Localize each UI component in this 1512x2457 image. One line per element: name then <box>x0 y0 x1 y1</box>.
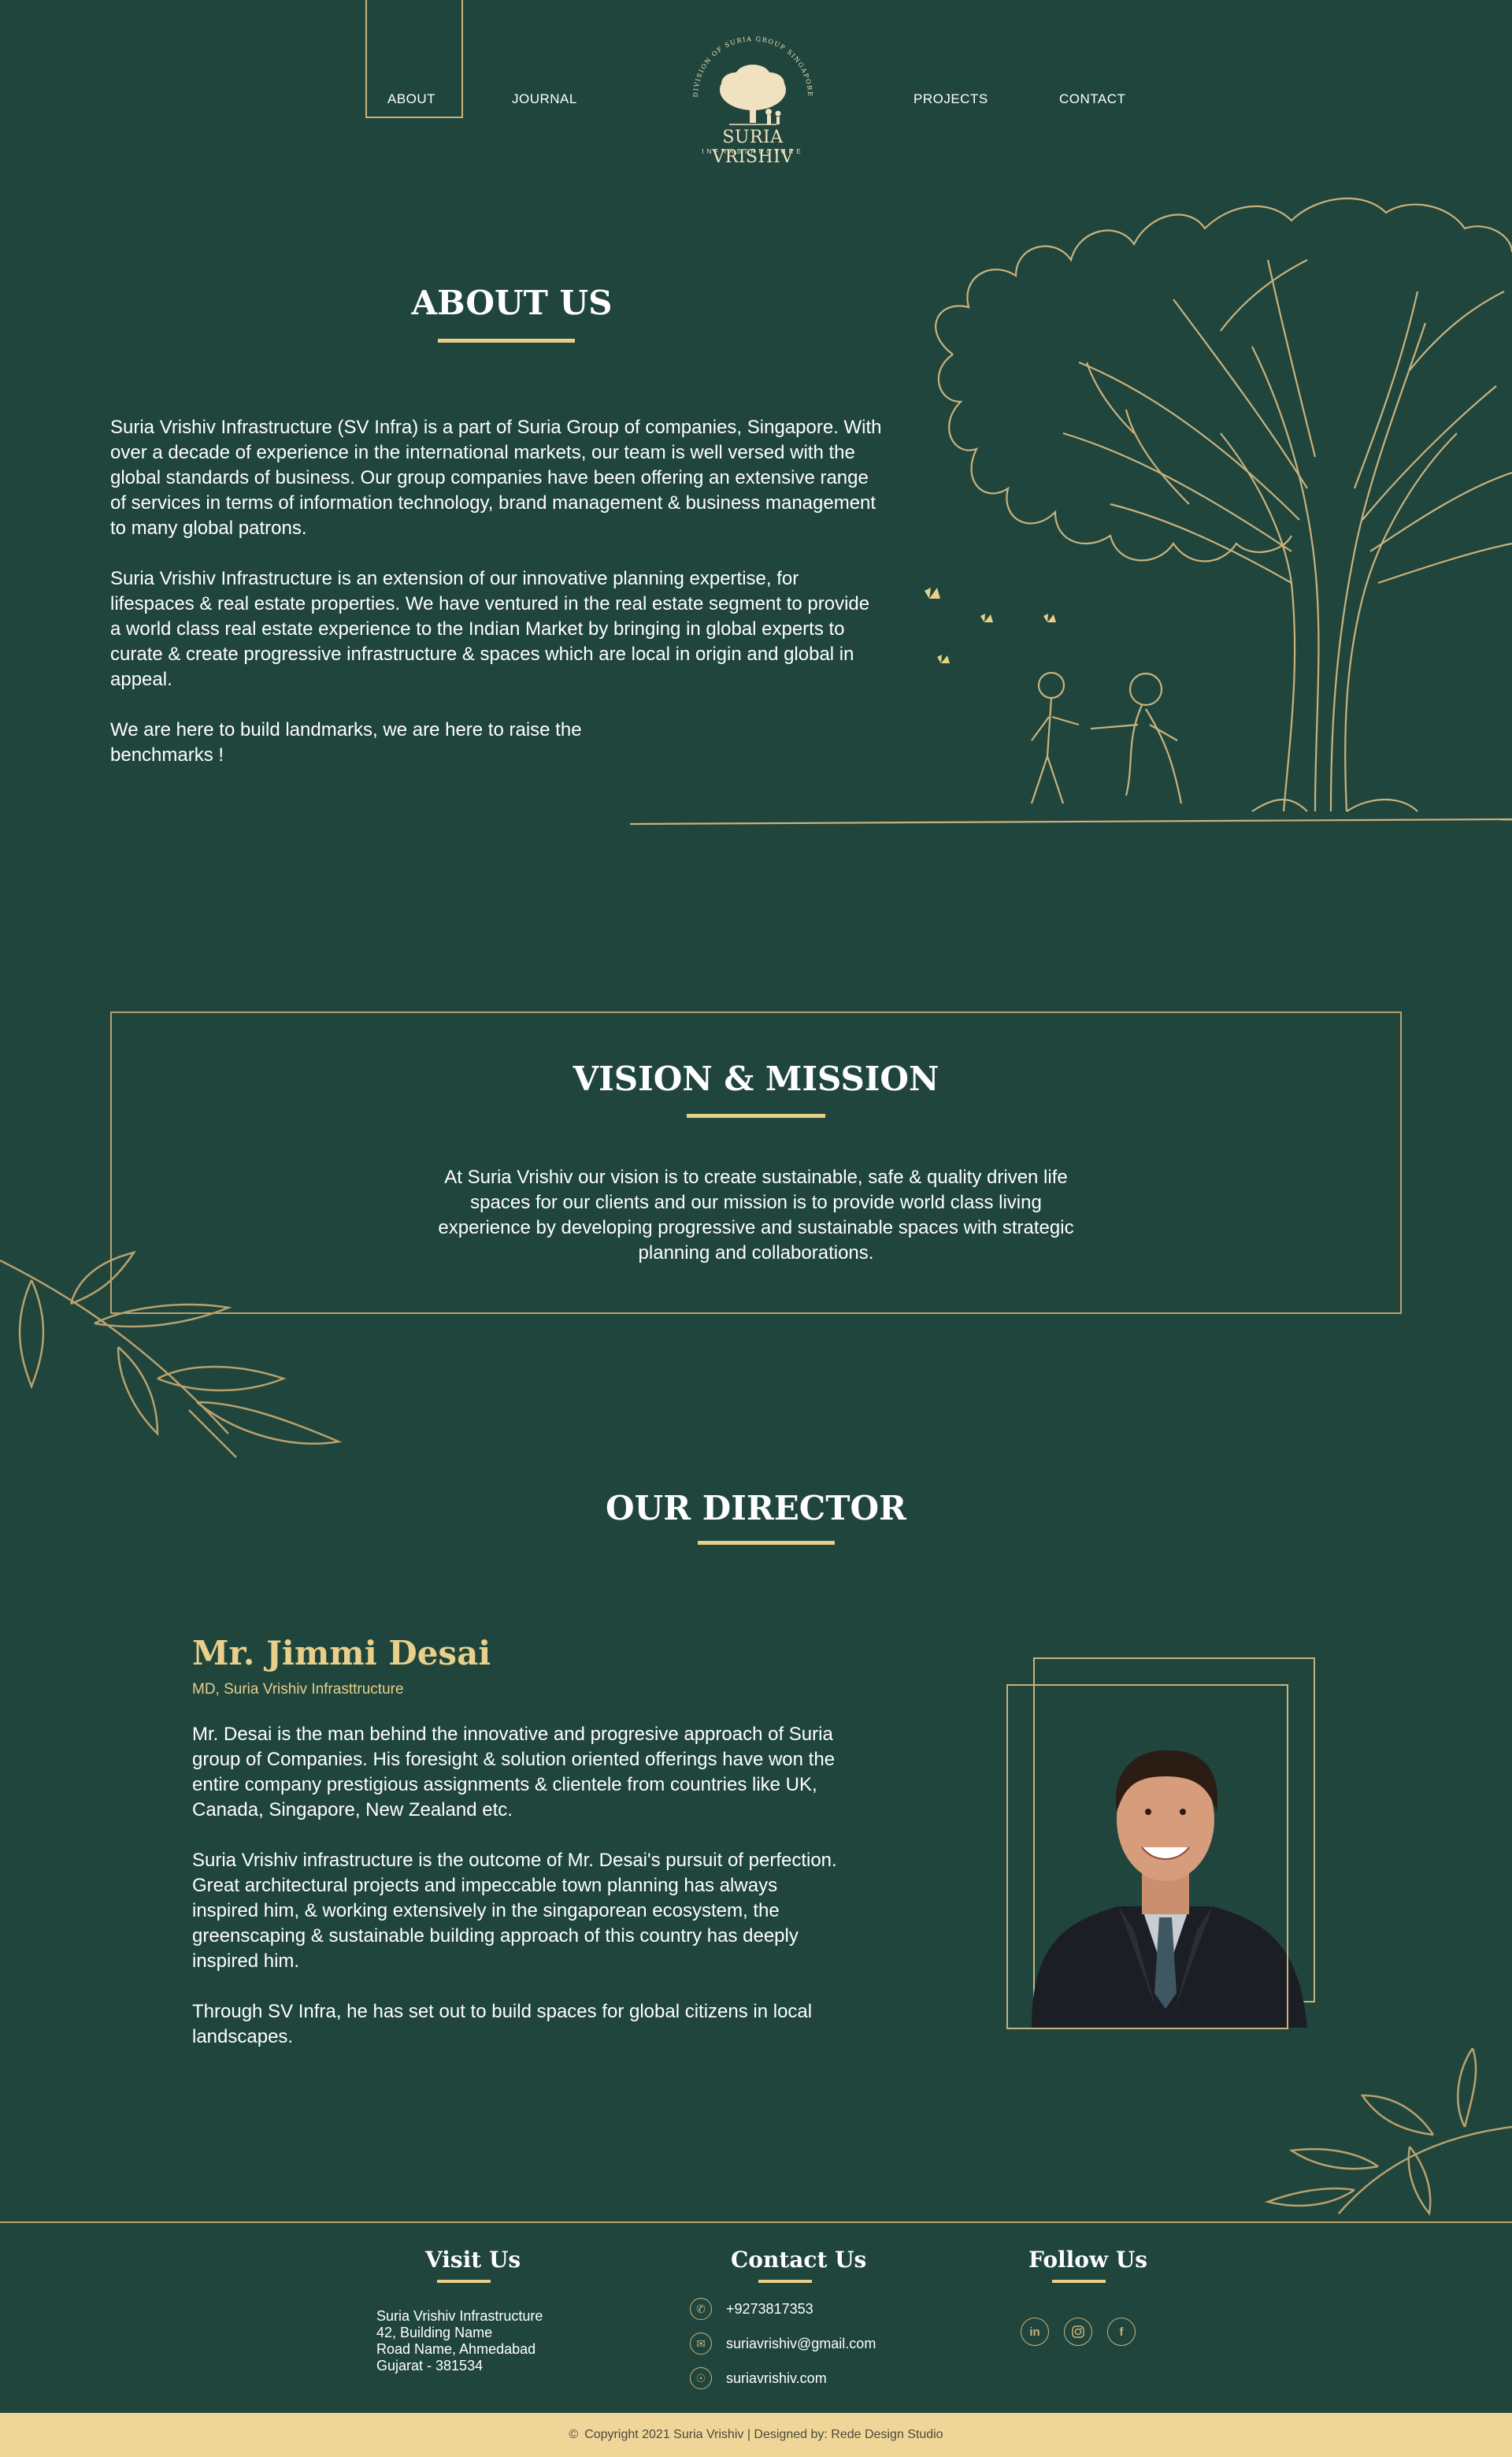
footer-email[interactable]: suriavrishiv@gmail.com <box>726 2336 876 2352</box>
facebook-icon[interactable]: f <box>1107 2318 1136 2346</box>
footer-phone[interactable]: +9273817353 <box>726 2301 813 2318</box>
director-paragraph-3: Through SV Infra, he has set out to buil… <box>192 2001 813 2047</box>
director-name: Mr. Jimmi Desai <box>192 1634 491 1672</box>
email-icon: ✉ <box>690 2333 712 2355</box>
phone-icon: ✆ <box>690 2298 712 2320</box>
nav-journal[interactable]: JOURNAL <box>512 91 577 107</box>
leaf-branch-right-illustration <box>1264 2048 1512 2216</box>
copyright-bar: © Copyright 2021 Suria Vrishiv | Designe… <box>0 2413 1512 2457</box>
about-paragraph-3: We are here to build landmarks, we are h… <box>110 719 582 766</box>
brand-logo[interactable]: DIVISION OF SURIA GROUP SINGAPORE SURIA … <box>682 35 824 167</box>
globe-icon: ☉ <box>690 2367 712 2389</box>
footer-divider <box>0 2221 1512 2223</box>
vision-underline <box>687 1114 825 1118</box>
photo-frame-front <box>1006 1684 1288 2029</box>
address-line-1: Suria Vrishiv Infrastructure <box>376 2308 543 2324</box>
logo-name: SURIA VRISHIV <box>712 128 794 167</box>
footer-visit-title: Visit Us <box>425 2247 521 2273</box>
linkedin-icon[interactable]: in <box>1021 2318 1049 2346</box>
footer-contact-title: Contact Us <box>731 2247 867 2273</box>
logo-tagline: INFRASTRUCTURE <box>702 148 804 155</box>
address-line-3: Road Name, Ahmedabad <box>376 2341 536 2357</box>
leaf-branch-left-illustration <box>0 1251 343 1458</box>
vision-text: At Suria Vrishiv our vision is to create… <box>438 1167 1074 1264</box>
footer-follow-underline <box>1052 2280 1106 2283</box>
director-section-title: OUR DIRECTOR <box>606 1489 906 1527</box>
tree-illustration <box>629 197 1512 826</box>
nav-about[interactable]: ABOUT <box>387 91 435 107</box>
footer-follow-title: Follow Us <box>1028 2247 1148 2273</box>
copyright-icon: © <box>569 2428 579 2441</box>
footer-visit-underline <box>437 2280 491 2283</box>
director-role: MD, Suria Vrishiv Infrasttructure <box>192 1681 404 1698</box>
vision-title: VISION & MISSION <box>573 1060 939 1098</box>
director-underline <box>698 1541 835 1545</box>
director-paragraph-1: Mr. Desai is the man behind the innovati… <box>192 1724 836 1820</box>
address-line-4: Gujarat - 381534 <box>376 2358 484 2373</box>
footer-address: Suria Vrishiv Infrastructure 42, Buildin… <box>376 2308 543 2374</box>
footer-contact-underline <box>758 2280 812 2283</box>
footer-website[interactable]: suriavrishiv.com <box>726 2370 827 2387</box>
nav-projects[interactable]: PROJECTS <box>914 91 988 107</box>
copyright-text: Copyright 2021 Suria Vrishiv | Designed … <box>584 2428 943 2441</box>
address-line-2: 42, Building Name <box>376 2325 493 2340</box>
nav-contact[interactable]: CONTACT <box>1059 91 1125 107</box>
about-underline <box>438 339 575 343</box>
director-paragraph-2: Suria Vrishiv infrastructure is the outc… <box>192 1850 837 1972</box>
instagram-icon[interactable] <box>1064 2318 1092 2346</box>
about-title: ABOUT US <box>411 284 613 322</box>
